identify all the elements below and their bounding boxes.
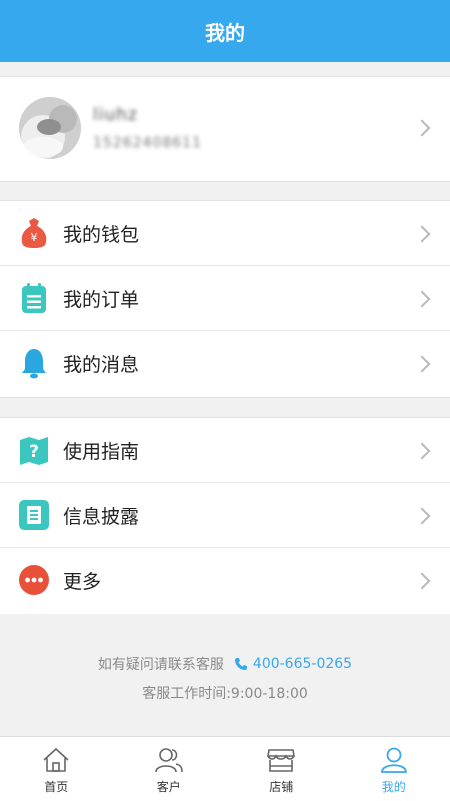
bell-icon — [19, 347, 49, 379]
menu-item-guide[interactable]: ? 使用指南 — [0, 418, 450, 483]
profile-name: liuhz — [93, 105, 138, 125]
home-icon — [41, 745, 71, 775]
menu-item-label: 信息披露 — [63, 502, 139, 529]
chevron-right-icon — [414, 291, 431, 308]
avatar[interactable] — [19, 97, 81, 159]
tab-label: 首页 — [44, 778, 68, 795]
support-phone-link[interactable]: 400-665-0265 — [234, 656, 352, 672]
question-map-icon: ? — [19, 434, 49, 466]
more-icon — [19, 564, 49, 596]
svg-text:¥: ¥ — [31, 231, 38, 244]
svg-text:?: ? — [29, 442, 39, 462]
clipboard-icon — [19, 282, 49, 314]
profile-phone: 15262408611 — [93, 135, 202, 151]
chevron-right-icon — [414, 508, 431, 525]
tab-home[interactable]: 首页 — [0, 737, 113, 801]
menu-item-label: 我的消息 — [63, 350, 139, 377]
tab-label: 店铺 — [269, 778, 293, 795]
money-bag-icon: ¥ — [19, 217, 49, 249]
chevron-right-icon — [414, 356, 431, 373]
tab-label: 客户 — [157, 778, 181, 795]
menu-group-info: ? 使用指南 信息披露 更多 — [0, 417, 450, 615]
header-bar: 我的 — [0, 0, 450, 62]
chevron-right-icon — [414, 226, 431, 243]
support-phone: 400-665-0265 — [253, 656, 352, 672]
menu-item-more[interactable]: 更多 — [0, 548, 450, 612]
menu-item-label: 我的订单 — [63, 285, 139, 312]
profile-icon — [379, 745, 409, 775]
tab-customers[interactable]: 客户 — [113, 737, 226, 801]
menu-item-label: 使用指南 — [63, 437, 139, 464]
menu-item-label: 更多 — [63, 567, 101, 594]
tab-store[interactable]: 店铺 — [225, 737, 338, 801]
document-icon — [19, 499, 49, 531]
profile-card[interactable]: liuhz 15262408611 — [0, 76, 450, 182]
store-icon — [266, 745, 296, 775]
bottom-tabbar: 首页 客户 店铺 我的 — [0, 736, 450, 801]
help-text: 如有疑问请联系客服 — [98, 654, 224, 674]
menu-item-orders[interactable]: 我的订单 — [0, 266, 450, 331]
menu-item-label: 我的钱包 — [63, 220, 139, 247]
menu-item-disclosure[interactable]: 信息披露 — [0, 483, 450, 548]
tab-profile[interactable]: 我的 — [338, 737, 450, 801]
support-footer: 如有疑问请联系客服 400-665-0265 客服工作时间:9:00-18:00 — [0, 614, 450, 736]
phone-icon — [234, 657, 248, 671]
page-title: 我的 — [205, 17, 245, 46]
menu-item-messages[interactable]: 我的消息 — [0, 331, 450, 395]
menu-item-wallet[interactable]: ¥ 我的钱包 — [0, 201, 450, 266]
chevron-right-icon — [414, 443, 431, 460]
tab-label: 我的 — [382, 778, 406, 795]
customers-icon — [154, 745, 184, 775]
menu-group-account: ¥ 我的钱包 我的订单 我的消息 — [0, 200, 450, 398]
chevron-right-icon — [414, 120, 431, 137]
service-hours: 客服工作时间:9:00-18:00 — [0, 683, 450, 703]
chevron-right-icon — [414, 573, 431, 590]
